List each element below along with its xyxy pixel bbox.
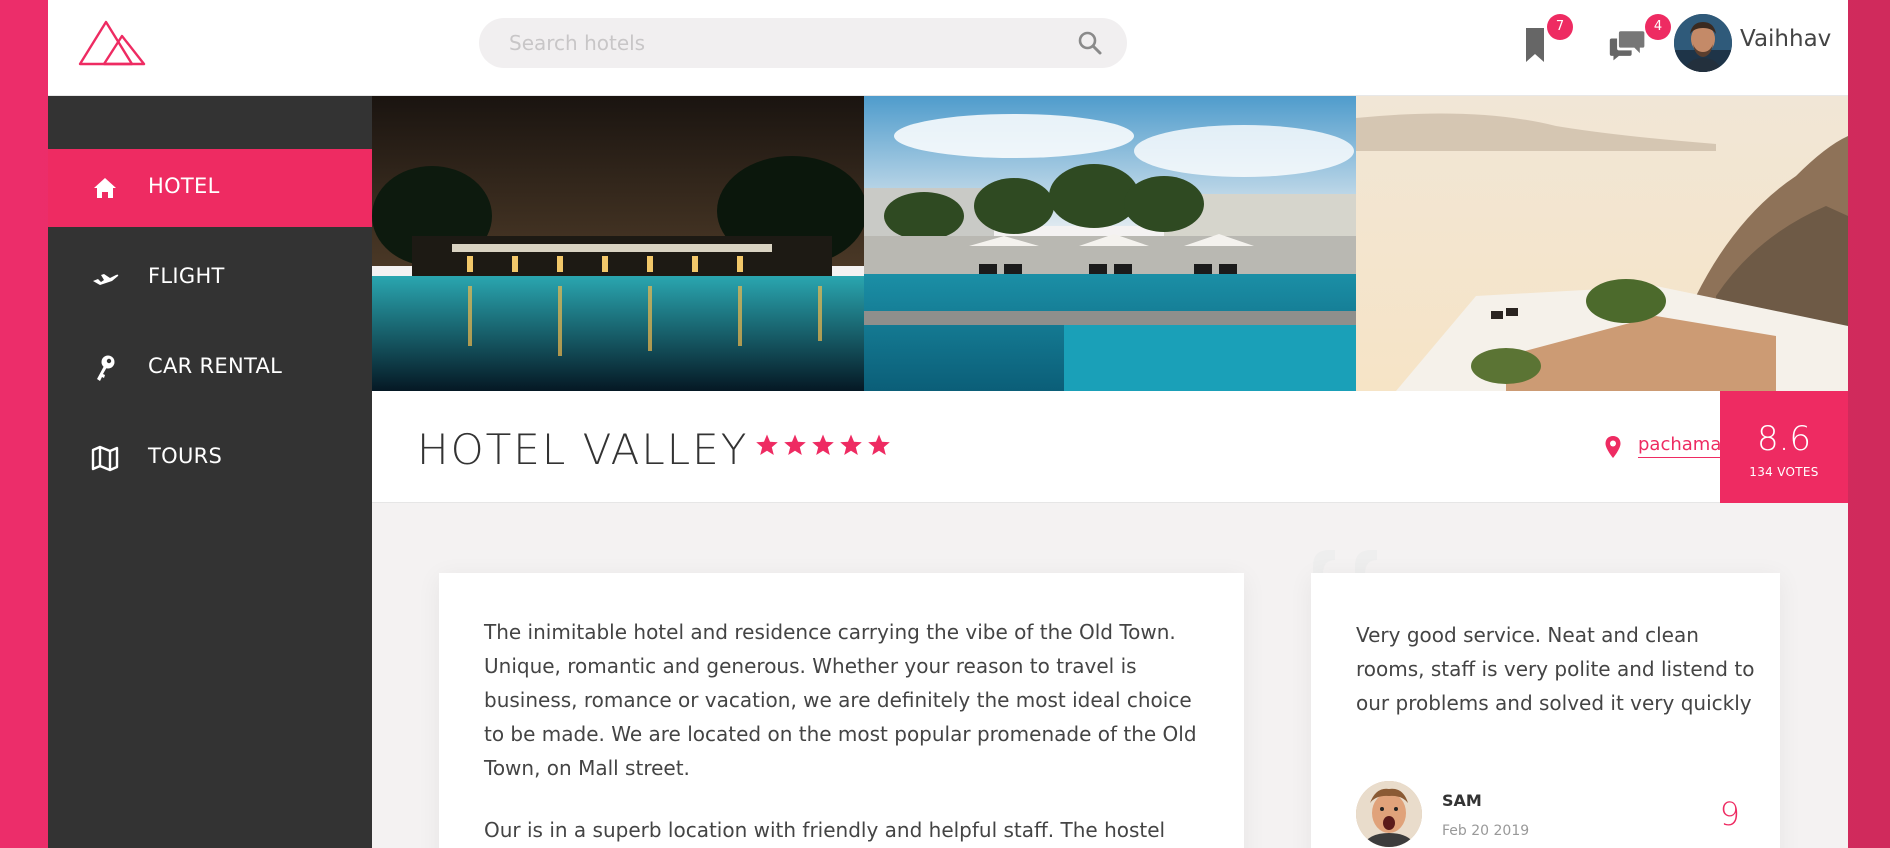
- sidebar-item-car-rental[interactable]: CAR RENTAL: [48, 329, 372, 407]
- rating-score: 8.6: [1756, 419, 1812, 459]
- bookmark-count-badge: 7: [1547, 14, 1573, 40]
- vote-count: 134 VOTES: [1749, 465, 1819, 479]
- message-count-badge: 4: [1645, 14, 1671, 40]
- search-input[interactable]: [479, 18, 1127, 68]
- user-name[interactable]: Vaihhav: [1740, 26, 1831, 52]
- sidebar-item-label: FLIGHT: [148, 264, 225, 288]
- review-date: Feb 20 2019: [1442, 823, 1530, 839]
- hotel-title-bar: HOTEL VALLEY pachamari 8.6 134 VOTES: [372, 391, 1848, 503]
- chat-icon[interactable]: [1608, 22, 1648, 66]
- map-icon: [91, 445, 119, 472]
- home-icon: [94, 178, 116, 198]
- description-paragraph: The inimitable hotel and residence carry…: [484, 620, 1197, 780]
- sidebar: HOTEL FLIGHT CAR RENTAL TOURS: [48, 96, 372, 848]
- review-card: Very good service. Neat and clean rooms,…: [1311, 573, 1780, 848]
- reviewer-name: SAM: [1442, 791, 1482, 810]
- sidebar-item-label: CAR RENTAL: [148, 354, 283, 378]
- location-pin-icon: [1605, 436, 1621, 458]
- hotel-name: HOTEL VALLEY: [417, 425, 749, 474]
- user-avatar[interactable]: [1674, 14, 1732, 72]
- star-icon: [868, 434, 890, 455]
- night-pool-photo[interactable]: [372, 96, 864, 391]
- rating-score-box: 8.6 134 VOTES: [1720, 391, 1848, 503]
- photo-gallery: [372, 96, 1848, 391]
- star-rating: [755, 433, 891, 457]
- sidebar-item-hotel[interactable]: HOTEL: [48, 149, 372, 227]
- star-icon: [840, 434, 862, 455]
- sidebar-item-label: HOTEL: [148, 174, 220, 198]
- sidebar-item-label: TOURS: [148, 444, 223, 468]
- day-pool-photo[interactable]: [864, 96, 1356, 391]
- plane-icon: [93, 274, 119, 285]
- star-icon: [784, 434, 806, 455]
- top-header: 7 4 Vaihhav: [48, 0, 1848, 96]
- app-window: 7 4 Vaihhav HOTEL: [48, 0, 1848, 848]
- sidebar-item-flight[interactable]: FLIGHT: [48, 239, 372, 317]
- description-paragraph: Our is in a superb location with friendl…: [484, 818, 1166, 842]
- mountain-logo[interactable]: [78, 18, 146, 68]
- review-score: 9: [1719, 795, 1740, 833]
- cliff-terrace-photo[interactable]: [1356, 96, 1848, 391]
- star-icon: [812, 434, 834, 455]
- review-text: Very good service. Neat and clean rooms,…: [1356, 623, 1755, 715]
- reviewer-avatar[interactable]: [1356, 781, 1422, 847]
- description-card: The inimitable hotel and residence carry…: [439, 573, 1244, 848]
- sidebar-item-tours[interactable]: TOURS: [48, 419, 372, 497]
- key-icon: [97, 355, 115, 381]
- search-icon[interactable]: [1077, 30, 1103, 56]
- search-bar: [479, 18, 1127, 68]
- star-icon: [756, 434, 778, 455]
